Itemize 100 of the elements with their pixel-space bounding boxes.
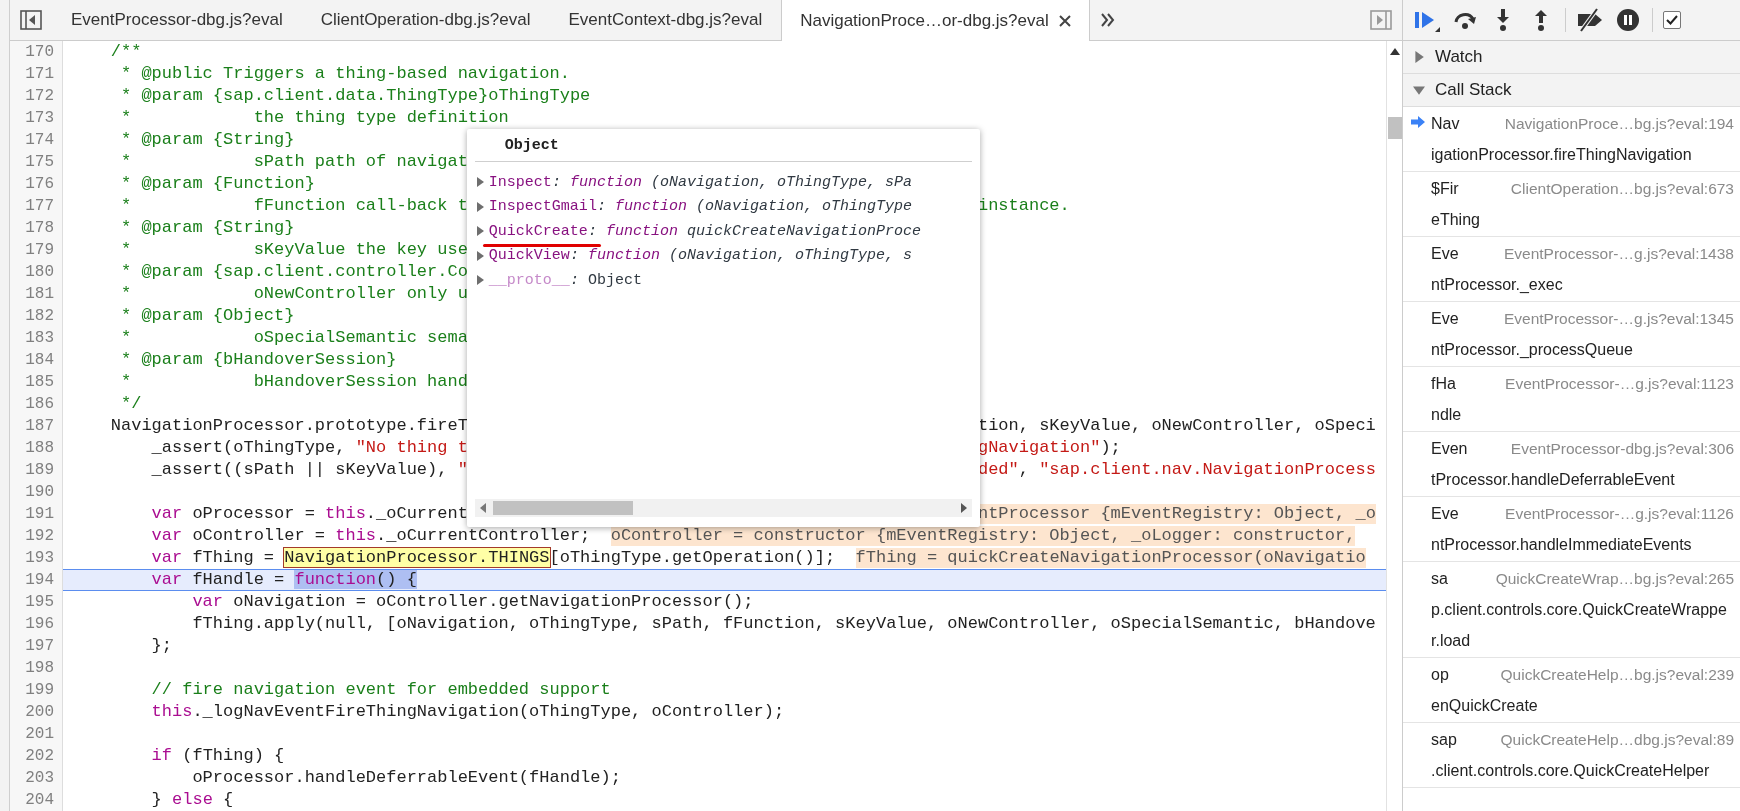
line-number: 197 (10, 635, 63, 657)
code-line: * sKeyValue the key use (120, 240, 468, 260)
line-number: 198 (10, 657, 63, 679)
inline-value: fThing = quickCreateNavigationProcessor(oNavigatio (855, 548, 1366, 568)
code-line: }; (150, 636, 173, 656)
expand-triangle-icon (474, 275, 485, 286)
line-number: 177 (10, 195, 63, 217)
code-line: gNavigation"); (977, 438, 1121, 458)
file-tab[interactable]: ClientOperation-dbg.js?eval (301, 0, 550, 40)
scroll-up-icon[interactable] (1389, 47, 1400, 55)
line-number: 172 (10, 85, 63, 107)
code-line: // fire navigation event for embedded support (150, 680, 611, 700)
scroll-left-icon[interactable] (478, 503, 487, 513)
inline-value: ntProcessor {mEventRegistry: Object, _o (977, 504, 1376, 524)
line-number: 204 (10, 789, 63, 811)
code-line: * @param {sap.client.data.ThingType}oThingType (120, 86, 591, 106)
line-number: 194 (10, 569, 63, 591)
expand-triangle-icon (474, 201, 485, 212)
call-stack-frame[interactable]: Even EventProcessor-dbg.js?eval:306 tProcessor.handleDeferrableEvent (1403, 432, 1740, 497)
code-line: _assert((sPath || sKeyValue), " (150, 460, 468, 480)
line-number: 182 (10, 305, 63, 327)
object-property[interactable]: QuickCreate: function quickCreateNavigationProce (466, 219, 980, 244)
call-stack-frame[interactable]: sap QuickCreateHelp…dbg.js?eval:89 .client.controls.core.QuickCreateHelper (1403, 723, 1740, 788)
expand-triangle-icon (474, 226, 485, 237)
call-stack-frame[interactable]: Nav NavigationProce…bg.js?eval:194 igationProcessor.fireThingNavigation (1403, 107, 1740, 172)
line-number: 195 (10, 591, 63, 613)
section-header[interactable]: Call Stack (1403, 74, 1740, 107)
code-line: * oNewController only u (120, 284, 468, 304)
line-number: 189 (10, 459, 63, 481)
horizontal-scrollbar[interactable] (474, 499, 972, 517)
scrollbar-thumb[interactable] (1387, 117, 1402, 139)
file-tab[interactable]: EventContext-dbg.js?eval (549, 0, 782, 40)
code-line: tion, sKeyValue, oNewController, oSpeci (977, 416, 1376, 436)
code-line: * @param {Object} (120, 306, 295, 326)
expand-triangle-icon (1413, 84, 1425, 96)
code-line: fThing.apply(null, [oNavigation, oThingType, sPath, fFunction, sKeyValue, oNewController, oSpecialSemantic, bHandove (191, 614, 1376, 634)
line-number: 171 (10, 63, 63, 85)
code-line: this._logNavEventFireThingNavigation(oThingType, oController); (150, 702, 785, 722)
code-line: var fThing = NavigationProcessor.THINGS[oThingType.getOperation()]; (150, 548, 836, 568)
call-stack-frame[interactable]: fHa EventProcessor-…g.js?eval:1123 ndle (1403, 367, 1740, 432)
line-number: 187 (10, 415, 63, 437)
file-tab[interactable]: EventProcessor-dbg.js?eval (52, 0, 302, 40)
code-line: * fFunction call-back t (120, 196, 468, 216)
line-number: 183 (10, 327, 63, 349)
scroll-right-icon[interactable] (960, 503, 968, 513)
code-line: */ (120, 394, 142, 414)
line-number: 203 (10, 767, 63, 789)
line-number: 180 (10, 261, 63, 283)
close-icon[interactable] (1058, 14, 1071, 27)
code-line: } else { (150, 790, 234, 810)
scrollbar-thumb[interactable] (492, 501, 633, 515)
object-property[interactable]: QuickView: function (oNavigation, oThingType, s (466, 243, 980, 268)
code-line: * oSpecialSemantic sema (120, 328, 468, 348)
code-line: * the thing type definition (120, 108, 509, 128)
code-line: oProcessor.handleDeferrableEvent(fHandle); (191, 768, 621, 788)
line-number: 193 (10, 547, 63, 569)
line-number: 173 (10, 107, 63, 129)
code-line: var fHandle = function() { (150, 570, 417, 590)
line-number: 179 (10, 239, 63, 261)
line-number: 175 (10, 151, 63, 173)
line-number: 192 (10, 525, 63, 547)
code-line: NavigationProcessor.prototype.fireT (109, 416, 468, 436)
expand-triangle-icon (1413, 51, 1425, 63)
code-line: * @param {bHandoverSession} (120, 350, 397, 370)
code-line: * @param {sap.client.controller.Co (120, 262, 468, 282)
call-stack-frame[interactable]: Eve EventProcessor-…g.js?eval:1438 ntProcessor._exec (1403, 237, 1740, 302)
code-line: var oNavigation = oController.getNavigationProcessor(); (191, 592, 754, 612)
line-number: 202 (10, 745, 63, 767)
line-number: 199 (10, 679, 63, 701)
expand-triangle-icon (474, 250, 485, 261)
call-stack-frame[interactable]: $Fir ClientOperation…bg.js?eval:673 eThing (1403, 172, 1740, 237)
line-number: 196 (10, 613, 63, 635)
code-line: ded", "sap.client.nav.NavigationProcess (977, 460, 1376, 480)
line-number: 186 (10, 393, 63, 415)
line-number: 170 (10, 41, 63, 63)
vertical-scrollbar[interactable] (1386, 41, 1402, 811)
line-number: 200 (10, 701, 63, 723)
code-line: /** (109, 42, 142, 62)
code-line: var oController = this._oCurrentController; (150, 526, 591, 546)
inline-value: oController = constructor {mEventRegistry: Object, _oLogger: constructor, (610, 526, 1356, 546)
code-line: _assert(oThingType, "No thing t (150, 438, 468, 458)
line-number: 184 (10, 349, 63, 371)
expand-triangle-icon (474, 177, 485, 188)
code-line: if (fThing) { (150, 746, 285, 766)
line-number: 176 (10, 173, 63, 195)
object-property[interactable]: InspectGmail: function (oNavigation, oThingType (466, 194, 980, 219)
checkbox[interactable] (1663, 11, 1681, 29)
code-line: var oProcessor = this._oCurrent (150, 504, 468, 524)
line-number: 181 (10, 283, 63, 305)
line-number: 190 (10, 481, 63, 503)
code-line: instance. (977, 196, 1070, 216)
line-number: 174 (10, 129, 63, 151)
code-line: * @param {String} (120, 130, 295, 150)
object-property[interactable]: __proto__: Object (466, 268, 980, 293)
object-property[interactable]: Inspect: function (oNavigation, oThingType, sPa (466, 170, 980, 195)
line-number: 188 (10, 437, 63, 459)
section-header[interactable]: Watch (1403, 41, 1740, 74)
code-line: * sPath path of navigat (120, 152, 468, 172)
file-tab[interactable]: NavigationProce…or-dbg.js?eval (781, 0, 1090, 41)
line-number: 185 (10, 371, 63, 393)
